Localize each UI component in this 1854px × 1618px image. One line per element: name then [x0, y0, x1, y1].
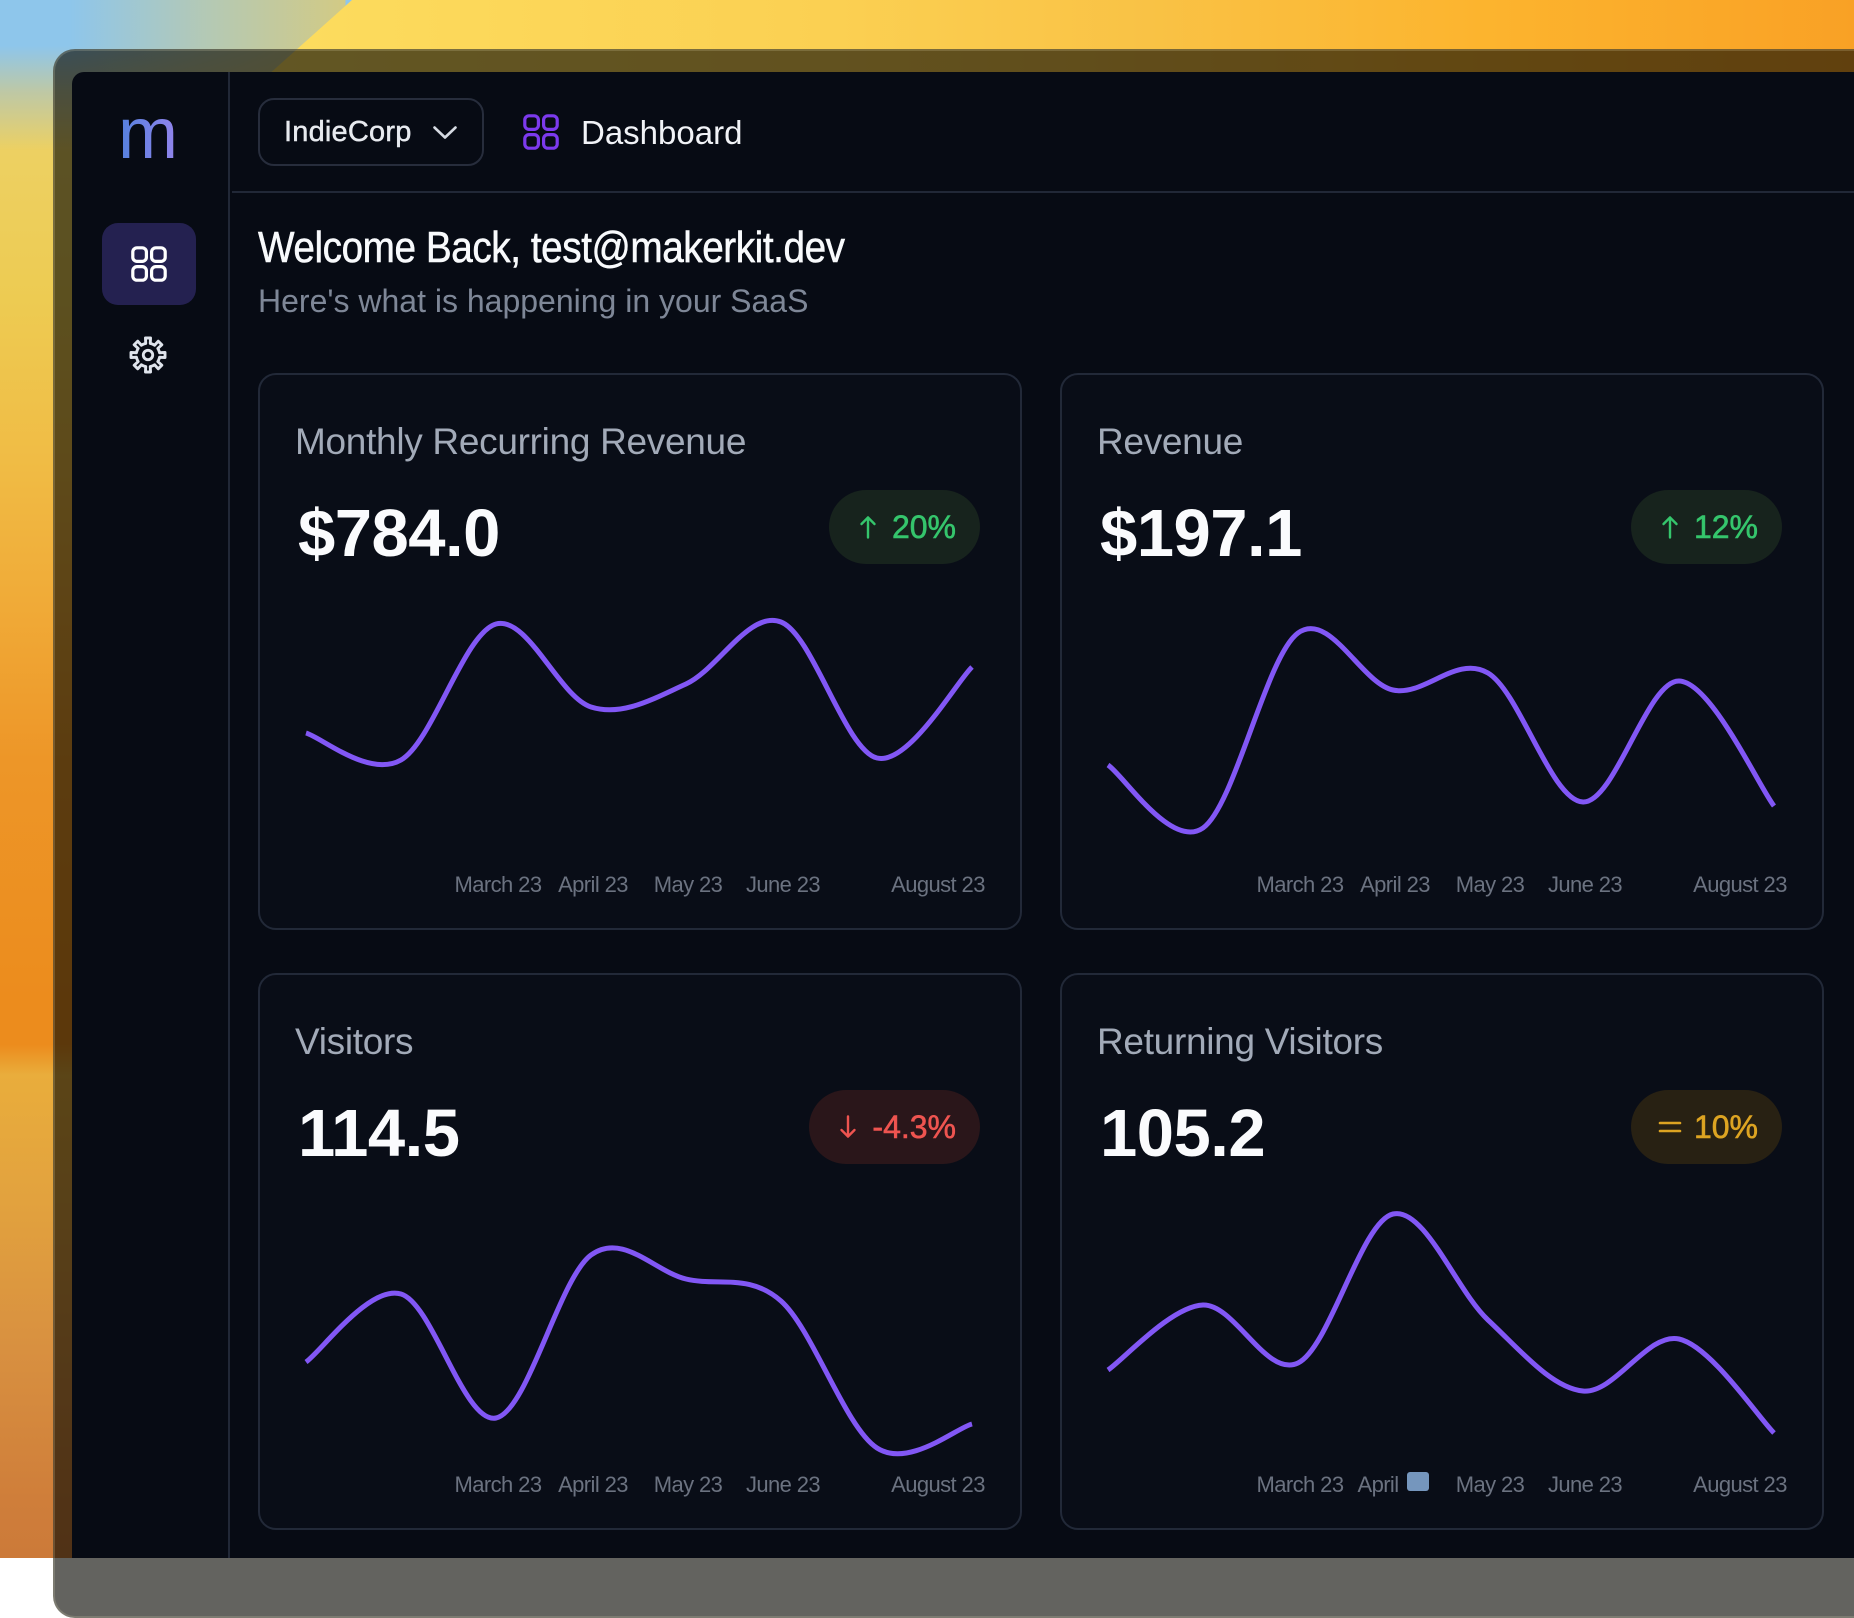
svg-text:m: m	[118, 102, 178, 174]
